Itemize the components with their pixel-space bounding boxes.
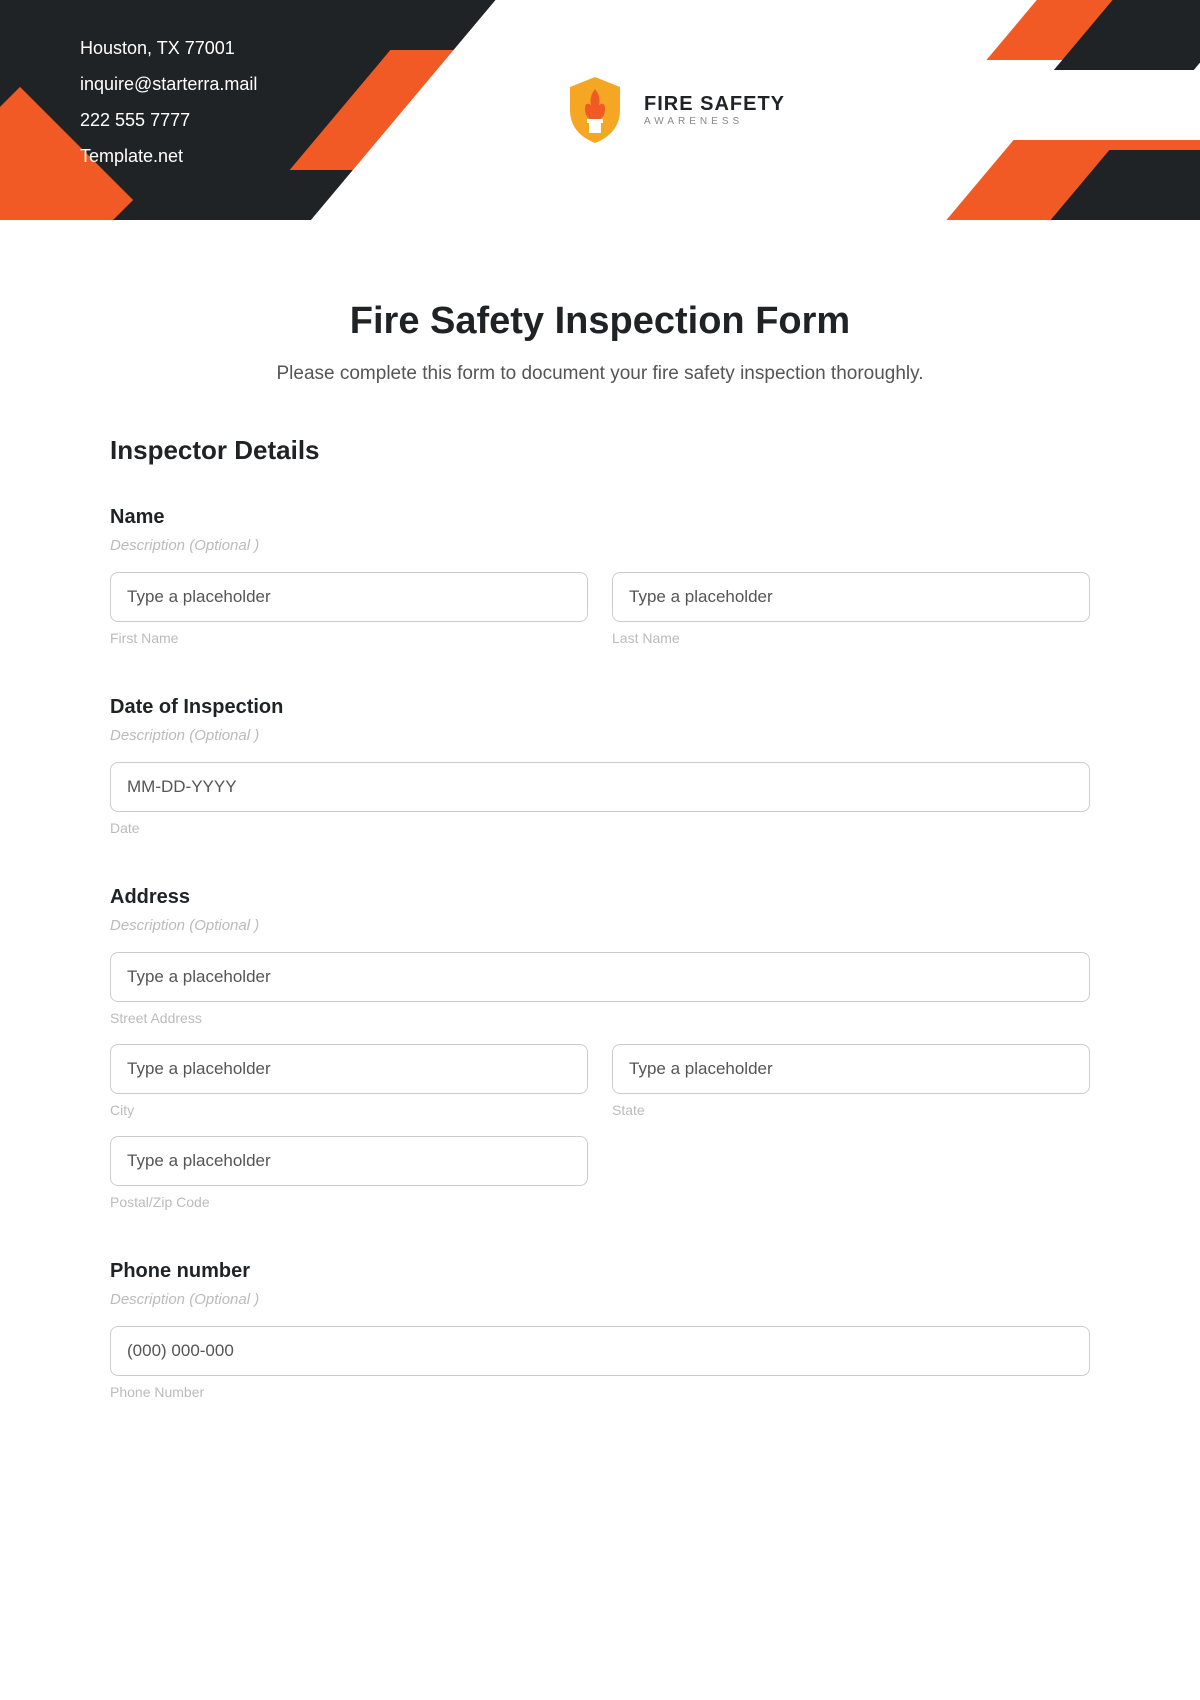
page-title: Fire Safety Inspection Form xyxy=(110,300,1090,343)
header-email: inquire@starterra.mail xyxy=(80,66,257,102)
field-description: Description (Optional ) xyxy=(110,727,1090,744)
shield-flame-icon xyxy=(560,70,630,150)
field-address: Address Description (Optional ) Street A… xyxy=(110,886,1090,1210)
section-inspector-details: Inspector Details xyxy=(110,435,1090,466)
field-name: Name Description (Optional ) First Name … xyxy=(110,506,1090,646)
logo-title: FIRE SAFETY xyxy=(644,93,785,116)
sublabel-street: Street Address xyxy=(110,1010,1090,1026)
field-label: Address xyxy=(110,886,1090,909)
field-phone: Phone number Description (Optional ) Pho… xyxy=(110,1260,1090,1400)
city-input[interactable] xyxy=(110,1044,588,1094)
sublabel-city: City xyxy=(110,1102,588,1118)
sublabel-state: State xyxy=(612,1102,1090,1118)
first-name-input[interactable] xyxy=(110,572,588,622)
zip-input[interactable] xyxy=(110,1136,588,1186)
sublabel-last-name: Last Name xyxy=(612,630,1090,646)
field-label: Phone number xyxy=(110,1260,1090,1283)
header-phone: 222 555 7777 xyxy=(80,102,257,138)
header-banner: Houston, TX 77001 inquire@starterra.mail… xyxy=(0,0,1200,220)
header-site: Template.net xyxy=(80,138,257,174)
phone-input[interactable] xyxy=(110,1326,1090,1376)
sublabel-phone: Phone Number xyxy=(110,1384,1090,1400)
logo-text: FIRE SAFETY AWARENESS xyxy=(644,93,785,127)
logo-area: FIRE SAFETY AWARENESS xyxy=(560,70,785,150)
last-name-input[interactable] xyxy=(612,572,1090,622)
page-subtitle: Please complete this form to document yo… xyxy=(110,363,1090,385)
state-input[interactable] xyxy=(612,1044,1090,1094)
logo-subtitle: AWARENESS xyxy=(644,116,785,127)
field-description: Description (Optional ) xyxy=(110,537,1090,554)
sublabel-first-name: First Name xyxy=(110,630,588,646)
field-description: Description (Optional ) xyxy=(110,917,1090,934)
field-date: Date of Inspection Description (Optional… xyxy=(110,696,1090,836)
header-info: Houston, TX 77001 inquire@starterra.mail… xyxy=(80,30,257,174)
field-label: Date of Inspection xyxy=(110,696,1090,719)
field-label: Name xyxy=(110,506,1090,529)
field-description: Description (Optional ) xyxy=(110,1291,1090,1308)
sublabel-zip: Postal/Zip Code xyxy=(110,1194,588,1210)
sublabel-date: Date xyxy=(110,820,1090,836)
date-input[interactable] xyxy=(110,762,1090,812)
header-address: Houston, TX 77001 xyxy=(80,30,257,66)
form-content: Fire Safety Inspection Form Please compl… xyxy=(0,220,1200,1490)
street-address-input[interactable] xyxy=(110,952,1090,1002)
